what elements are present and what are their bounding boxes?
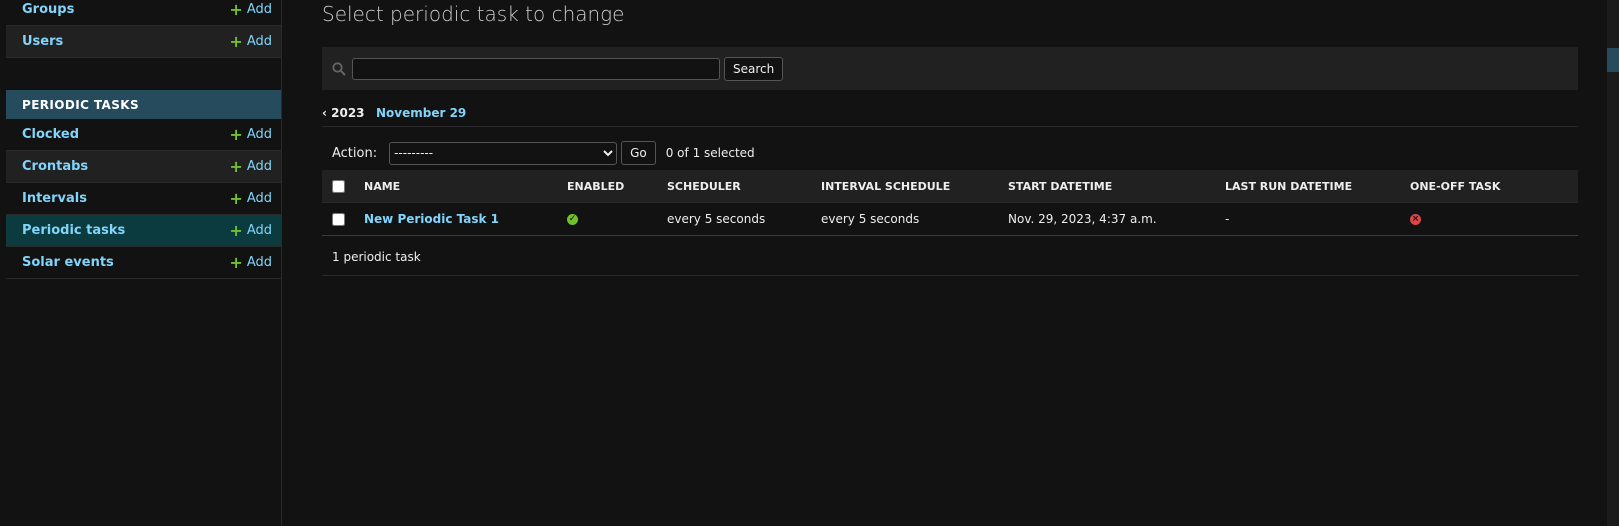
add-clocked-link[interactable]: + Add: [229, 125, 272, 144]
plus-icon: +: [229, 253, 243, 272]
scrollbar-thumb[interactable]: [1607, 48, 1619, 72]
task-name-link[interactable]: New Periodic Task 1: [364, 212, 499, 226]
interval-schedule-cell: every 5 seconds: [817, 202, 1004, 236]
sidebar: Groups + Add Users + Add PERIODIC TASKS Cl…: [6, 0, 282, 526]
table-header-row: NAME ENABLED SCHEDULER INTERVAL SCHEDULE…: [322, 170, 1578, 203]
plus-icon: +: [229, 0, 243, 19]
row-select-checkbox[interactable]: [332, 213, 345, 226]
add-crontabs-link[interactable]: + Add: [229, 157, 272, 176]
add-users-link[interactable]: + Add: [229, 32, 272, 51]
add-groups-link[interactable]: + Add: [229, 0, 272, 19]
action-select[interactable]: ---------: [389, 141, 618, 165]
task-name-cell: New Periodic Task 1: [360, 202, 563, 236]
last-run-datetime-cell: -: [1221, 202, 1406, 236]
sidebar-item-crontabs: Crontabs + Add: [6, 151, 281, 183]
select-all-header: [322, 170, 360, 203]
start-datetime-cell: Nov. 29, 2023, 4:37 a.m.: [1004, 202, 1221, 236]
add-periodic-tasks-link[interactable]: + Add: [229, 221, 272, 240]
actions-bar: Action: --------- Go 0 of 1 selected: [322, 136, 1578, 170]
x-circle-icon: ×: [1410, 214, 1421, 225]
plus-icon: +: [229, 189, 243, 208]
sidebar-item-intervals: Intervals + Add: [6, 183, 281, 215]
sidebar-item-groups: Groups + Add: [6, 0, 281, 26]
sidebar-link-users[interactable]: Users: [22, 34, 63, 49]
column-header-scheduler[interactable]: SCHEDULER: [663, 170, 817, 203]
search-icon: [332, 61, 346, 76]
row-select-cell: [322, 202, 360, 236]
column-header-one-off-task[interactable]: ONE-OFF TASK: [1406, 170, 1578, 203]
select-all-checkbox[interactable]: [332, 179, 345, 193]
sidebar-item-solar-events: Solar events + Add: [6, 247, 281, 279]
table-row: New Periodic Task 1 ✓ every 5 seconds ev…: [322, 202, 1578, 236]
enabled-cell: ✓: [563, 202, 663, 236]
one-off-task-cell: ×: [1406, 202, 1578, 236]
sidebar-item-clocked: Clocked + Add: [6, 119, 281, 151]
sidebar-item-periodic-tasks: Periodic tasks + Add: [6, 215, 281, 247]
scheduler-cell: every 5 seconds: [663, 202, 817, 236]
selection-counter: 0 of 1 selected: [665, 146, 755, 160]
action-label: Action:: [332, 145, 378, 161]
plus-icon: +: [229, 157, 243, 176]
sidebar-item-users: Users + Add: [6, 26, 281, 58]
scrollbar-track[interactable]: [1607, 0, 1619, 526]
search-toolbar: Search: [322, 47, 1578, 90]
sidebar-link-periodic-tasks[interactable]: Periodic tasks: [22, 223, 125, 238]
column-header-name[interactable]: NAME: [360, 170, 563, 203]
column-header-enabled[interactable]: ENABLED: [563, 170, 663, 203]
search-input[interactable]: [352, 57, 720, 80]
result-list-table: NAME ENABLED SCHEDULER INTERVAL SCHEDULE…: [322, 170, 1578, 236]
sidebar-link-crontabs[interactable]: Crontabs: [22, 159, 88, 174]
page-title: Select periodic task to change: [322, 2, 625, 26]
check-circle-icon: ✓: [567, 214, 578, 225]
date-hierarchy: ‹ 2023 November 29: [322, 104, 1578, 127]
sidebar-link-solar-events[interactable]: Solar events: [22, 255, 114, 270]
add-solar-events-link[interactable]: + Add: [229, 253, 272, 272]
column-header-last-run-datetime[interactable]: LAST RUN DATETIME: [1221, 170, 1406, 203]
column-header-interval-schedule[interactable]: INTERVAL SCHEDULE: [817, 170, 1004, 203]
plus-icon: +: [229, 125, 243, 144]
add-intervals-link[interactable]: + Add: [229, 189, 272, 208]
paginator: 1 periodic task: [322, 240, 1578, 276]
search-button[interactable]: Search: [724, 56, 784, 81]
plus-icon: +: [229, 221, 243, 240]
sidebar-link-groups[interactable]: Groups: [22, 2, 74, 17]
plus-icon: +: [229, 32, 243, 51]
column-header-start-datetime[interactable]: START DATETIME: [1004, 170, 1221, 203]
sidebar-link-clocked[interactable]: Clocked: [22, 127, 79, 142]
section-caption-periodic-tasks[interactable]: PERIODIC TASKS: [6, 90, 281, 119]
date-current-link[interactable]: November 29: [376, 106, 466, 120]
sidebar-link-intervals[interactable]: Intervals: [22, 191, 87, 206]
date-back-link[interactable]: ‹ 2023: [322, 106, 365, 120]
go-button[interactable]: Go: [621, 141, 656, 165]
